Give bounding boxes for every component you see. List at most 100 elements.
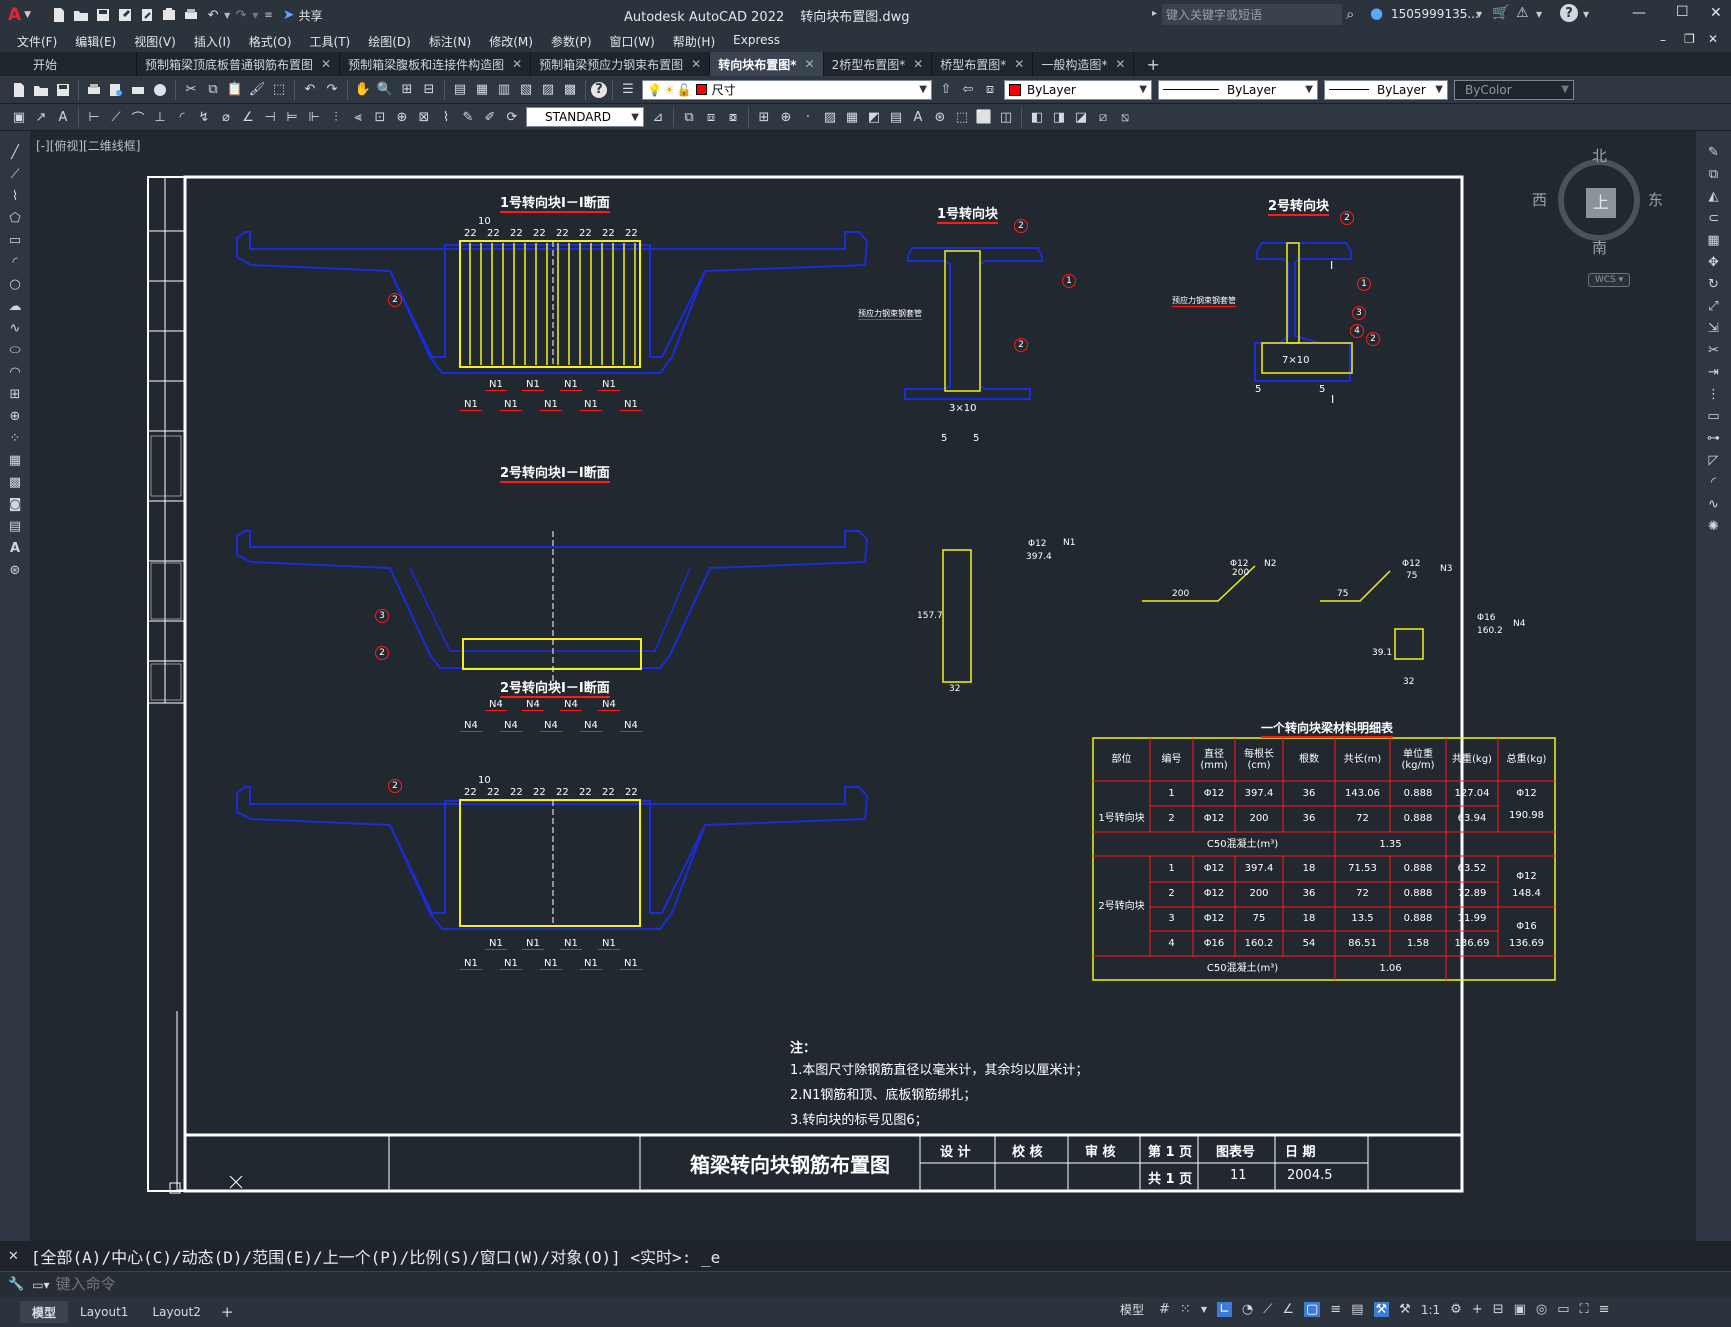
- menu-item-1[interactable]: 编辑(E): [66, 33, 125, 50]
- file-tab-1[interactable]: 预制箱梁顶底板普通钢筋布置图 ✕: [137, 52, 341, 76]
- group-icon[interactable]: ⬚: [952, 107, 972, 127]
- color-dropdown[interactable]: ByLayer ▼: [1004, 79, 1152, 100]
- close-button[interactable]: ✕: [1710, 5, 1722, 21]
- continue-dim-icon[interactable]: ⊩: [304, 107, 324, 127]
- trim-icon[interactable]: ✂: [1704, 340, 1724, 360]
- insert-block-side-icon[interactable]: ⊞: [5, 384, 25, 404]
- linetype-dropdown[interactable]: ByLayer ▼: [1158, 79, 1318, 100]
- dim-break-icon[interactable]: ⫷: [348, 107, 368, 127]
- polygon-icon[interactable]: ⬠: [5, 208, 25, 228]
- autocad-logo-icon[interactable]: A: [8, 5, 21, 25]
- customize-command-icon[interactable]: 🔧: [8, 1277, 24, 1292]
- break-at-point-icon[interactable]: ⋮: [1704, 384, 1724, 404]
- file-tab-3[interactable]: 预制箱梁预应力钢束布置图 ✕: [531, 52, 711, 76]
- app-dropdown-icon[interactable]: ▼: [1536, 10, 1542, 19]
- fillet-icon[interactable]: ◜: [1704, 472, 1724, 492]
- undo-dropdown-icon[interactable]: ▼: [224, 11, 230, 20]
- transparency-icon[interactable]: ▤: [1351, 1302, 1363, 1317]
- workspace-gear-icon[interactable]: ⚙: [1450, 1302, 1462, 1317]
- dim-edit-icon[interactable]: ✎: [458, 107, 478, 127]
- viewcube-top-face[interactable]: 上: [1586, 188, 1616, 218]
- extend-icon[interactable]: ⇥: [1704, 362, 1724, 382]
- layout-tab-2[interactable]: Layout2: [140, 1301, 212, 1323]
- text-style-dropdown[interactable]: STANDARD ▼: [526, 107, 644, 127]
- construction-line-icon[interactable]: ⟋: [5, 164, 25, 184]
- join-icon[interactable]: ⊶: [1704, 428, 1724, 448]
- viewcube-south[interactable]: 南: [1592, 237, 1607, 258]
- menu-item-7[interactable]: 标注(N): [420, 33, 480, 50]
- redo-dropdown-icon[interactable]: ▼: [252, 11, 258, 20]
- add-selected-side-icon[interactable]: ⊛: [5, 560, 25, 580]
- unisolate-icon[interactable]: ◨: [1049, 107, 1069, 127]
- annotation-scale[interactable]: 1:1: [1421, 1303, 1440, 1317]
- pan-icon[interactable]: ✋: [353, 80, 373, 100]
- new-file-icon[interactable]: [49, 5, 69, 25]
- menu-item-3[interactable]: 插入(I): [185, 33, 240, 50]
- table-style-icon[interactable]: ▣: [9, 107, 29, 127]
- viewcube-east[interactable]: 东: [1648, 189, 1663, 210]
- break-icon[interactable]: ▭: [1704, 406, 1724, 426]
- annotation-visibility-icon[interactable]: ⚒: [1373, 1302, 1390, 1317]
- chamfer-icon[interactable]: ◸: [1704, 450, 1724, 470]
- ordinate-dim-icon[interactable]: ⊥: [150, 107, 170, 127]
- qsave-icon[interactable]: [53, 80, 73, 100]
- hatch-side-icon[interactable]: ▦: [5, 450, 25, 470]
- polar-icon[interactable]: ◔: [1242, 1302, 1253, 1317]
- viewport-label[interactable]: [-][俯视][二维线框]: [36, 137, 140, 154]
- doc-restore-button[interactable]: ❐: [1684, 32, 1695, 46]
- revcloud-icon[interactable]: ☁: [5, 296, 25, 316]
- tab-close-icon[interactable]: ✕: [1014, 57, 1024, 71]
- tab-close-icon[interactable]: ✕: [691, 57, 701, 71]
- tolerance-icon[interactable]: ⊡: [370, 107, 390, 127]
- plotstyle-dropdown[interactable]: ByColor ▼: [1454, 79, 1574, 100]
- lineweight-icon[interactable]: ≡: [1330, 1302, 1341, 1317]
- dim-space-icon[interactable]: ⫶: [326, 107, 346, 127]
- copy-icon[interactable]: ⧉: [203, 80, 223, 100]
- draworder-front-icon[interactable]: ⧉: [679, 107, 699, 127]
- search-icon[interactable]: ⌕: [1346, 5, 1354, 23]
- match-properties-icon[interactable]: 🖌: [247, 80, 267, 100]
- menu-item-8[interactable]: 修改(M): [480, 33, 542, 50]
- help-search-input[interactable]: 键入关键字或短语: [1162, 4, 1342, 25]
- layer-freeze-icon[interactable]: ☀: [664, 83, 675, 97]
- explode-icon[interactable]: ✺: [1704, 516, 1724, 536]
- menu-item-2[interactable]: 视图(V): [125, 33, 185, 50]
- model-space-button[interactable]: 模型: [1120, 1301, 1144, 1318]
- center-mark-icon[interactable]: ⊕: [392, 107, 412, 127]
- scale-icon[interactable]: ⤢: [1704, 296, 1724, 316]
- print-icon[interactable]: [84, 80, 104, 100]
- cut-icon[interactable]: ✂: [181, 80, 201, 100]
- stretch-icon[interactable]: ⇲: [1704, 318, 1724, 338]
- arc-length-icon[interactable]: ⌒: [128, 107, 148, 127]
- autodesk-app-icon[interactable]: ⚠: [1516, 5, 1529, 21]
- osnap-icon[interactable]: ▢: [1304, 1302, 1321, 1317]
- clean-screen-icon[interactable]: ⛶: [1580, 1302, 1589, 1317]
- layer-properties-icon[interactable]: ☰: [618, 80, 638, 100]
- menu-item-12[interactable]: Express: [724, 33, 789, 50]
- cart-icon[interactable]: 🛒: [1492, 5, 1509, 21]
- qat-customize-icon[interactable]: ≡: [264, 10, 272, 21]
- table-icon[interactable]: ▤: [886, 107, 906, 127]
- offset-icon[interactable]: ⊂: [1704, 208, 1724, 228]
- linear-dim-icon[interactable]: ⊢: [84, 107, 104, 127]
- layer-on-icon[interactable]: 💡: [647, 83, 662, 97]
- add-selected-icon[interactable]: ⊛: [930, 107, 950, 127]
- paste-icon[interactable]: 📋: [225, 80, 245, 100]
- command-prompt-icon[interactable]: ▭▾: [32, 1278, 49, 1292]
- graphics-performance-icon[interactable]: ▭: [1557, 1302, 1569, 1317]
- viewcube-west[interactable]: 西: [1532, 189, 1547, 210]
- tool-palettes-icon[interactable]: ▥: [494, 80, 514, 100]
- mtext-icon[interactable]: A: [908, 107, 928, 127]
- lineweight-dropdown[interactable]: ByLayer ▼: [1324, 79, 1448, 100]
- group-edit-icon[interactable]: ◫: [996, 107, 1016, 127]
- jogged-dim-icon[interactable]: ↯: [194, 107, 214, 127]
- close-command-icon[interactable]: ✕: [8, 1249, 19, 1264]
- save-icon[interactable]: [93, 5, 113, 25]
- array-icon[interactable]: ▦: [1704, 230, 1724, 250]
- command-input[interactable]: [55, 1273, 1676, 1296]
- publish-icon[interactable]: [128, 80, 148, 100]
- app-menu-chevron-icon[interactable]: ▼: [24, 10, 31, 20]
- radius-dim-icon[interactable]: ◜: [172, 107, 192, 127]
- hide-object-icon[interactable]: ◪: [1071, 107, 1091, 127]
- insert-block-icon[interactable]: ⊞: [754, 107, 774, 127]
